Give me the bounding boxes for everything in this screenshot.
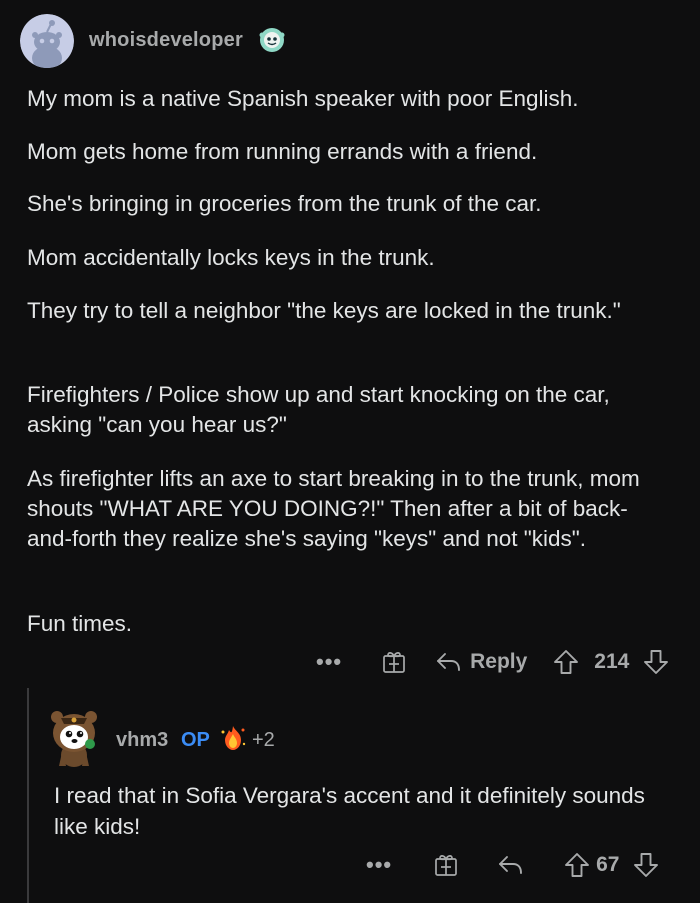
comment-username[interactable]: whoisdeveloper — [89, 29, 243, 52]
snoo-flair-icon — [258, 26, 286, 54]
reply-arrow-icon[interactable] — [498, 854, 524, 876]
thread-line[interactable] — [27, 688, 29, 903]
fire-award-icon[interactable] — [219, 724, 247, 752]
upvote-arrow-icon[interactable] — [564, 852, 590, 878]
gift-award-icon[interactable] — [434, 853, 458, 877]
comment-paragraph: Mom gets home from running errands with … — [27, 139, 538, 164]
more-options-button[interactable]: ••• — [366, 852, 392, 878]
comment-paragraph: My mom is a native Spanish speaker with … — [27, 86, 579, 111]
upvote-arrow-icon[interactable] — [553, 649, 579, 675]
reply-body: I read that in Sofia Vergara's accent an… — [54, 783, 645, 839]
comment-paragraph: They try to tell a neighbor "the keys ar… — [27, 298, 621, 323]
op-badge: OP — [181, 729, 210, 751]
downvote-arrow-icon[interactable] — [643, 649, 669, 675]
vote-count: 67 — [596, 853, 620, 876]
comment-action-bar: ••• Reply 214 — [316, 647, 669, 677]
reply-action-bar: ••• 67 — [366, 850, 659, 880]
reply-username[interactable]: vhm3 — [116, 729, 168, 752]
comment-paragraph: Mom accidentally locks keys in the trunk… — [27, 245, 435, 270]
award-count: +2 — [252, 729, 275, 751]
reply-avatar[interactable] — [46, 708, 102, 768]
vote-count: 214 — [594, 650, 630, 673]
comment-paragraph: Fun times. — [27, 611, 133, 636]
reply-button[interactable]: Reply — [470, 650, 527, 674]
reply-arrow-icon[interactable] — [436, 651, 462, 673]
gift-award-icon[interactable] — [382, 650, 406, 674]
comment-paragraph: Firefighters / Police show up and start … — [27, 382, 610, 437]
comment-paragraph: As firefighter lifts an axe to start bre… — [27, 466, 640, 551]
user-avatar[interactable] — [20, 14, 74, 68]
comment-paragraph: She's bringing in groceries from the tru… — [27, 191, 542, 216]
more-options-button[interactable]: ••• — [316, 649, 342, 675]
downvote-arrow-icon[interactable] — [633, 852, 659, 878]
